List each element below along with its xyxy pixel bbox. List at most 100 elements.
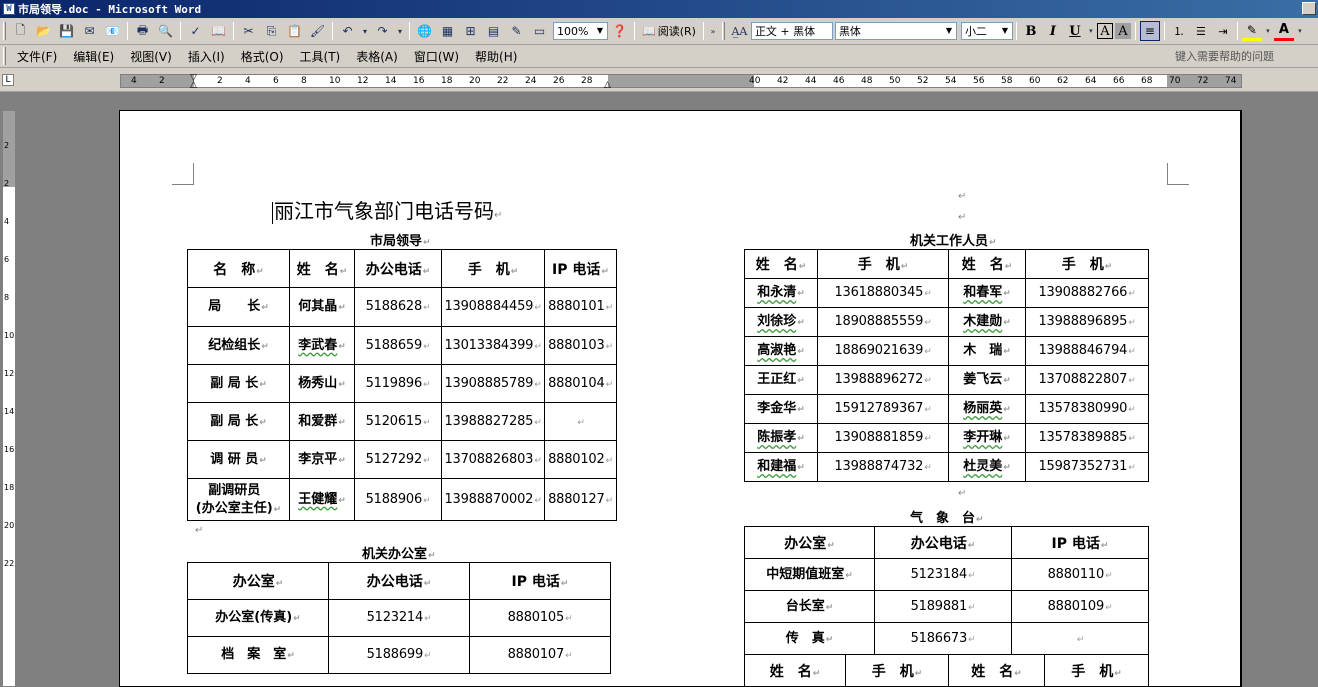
table-cell[interactable]: 副 局 长↵	[187, 402, 290, 441]
table-header-cell[interactable]: IP 电话↵	[544, 249, 617, 288]
table-cell[interactable]: 刘徐珍↵	[744, 307, 818, 337]
table-cell[interactable]: 档 案 室↵	[187, 636, 329, 674]
table-cell[interactable]: 木 瑞↵	[948, 336, 1026, 366]
table-header-cell[interactable]: 手 机↵	[845, 654, 949, 687]
table-header-cell[interactable]: 姓 名↵	[289, 249, 355, 288]
menu-format[interactable]: 格式(O)	[233, 48, 292, 65]
redo-icon[interactable]: ↷	[372, 21, 393, 42]
undo-icon[interactable]: ↶	[337, 21, 358, 42]
vertical-ruler[interactable]: 2 2 4 6 8 10 12 14 16 18 20 22	[2, 110, 16, 687]
font-color-dropdown-icon[interactable]: ▾	[1296, 21, 1304, 42]
table-cell[interactable]: 5120615↵	[354, 402, 442, 441]
table-cell[interactable]: 13708826803↵	[441, 440, 545, 479]
table-cell[interactable]: 5123184↵	[874, 558, 1012, 591]
table-cell[interactable]: 和爱群↵	[289, 402, 355, 441]
table-cell[interactable]: 5186673↵	[874, 622, 1012, 655]
drawing-icon[interactable]: ✎	[506, 21, 527, 42]
table-header-cell[interactable]: 办公室↵	[187, 562, 329, 600]
format-painter-icon[interactable]: 🖌	[307, 21, 328, 42]
character-border-button[interactable]: A	[1096, 23, 1113, 39]
style-combo[interactable]: 正文 + 黑体	[750, 22, 833, 40]
table-cell[interactable]: 李金华↵	[744, 394, 818, 424]
menu-window[interactable]: 窗口(W)	[406, 48, 467, 65]
table-cell[interactable]: 台长室↵	[744, 590, 875, 623]
table-cell[interactable]: 13908885789↵	[441, 364, 545, 403]
leaders-table[interactable]: 名 称↵ 姓 名↵ 办公电话↵ 手 机↵ IP 电话↵ 局 长↵ 何其晶↵ 5188628↵ 1…	[187, 249, 617, 521]
undo-dropdown-icon[interactable]: ▾	[360, 21, 370, 42]
table-header-cell[interactable]: 手 机↵	[1044, 654, 1149, 687]
window-control-button[interactable]	[1302, 2, 1316, 15]
table-cell[interactable]: 8880104↵	[544, 364, 617, 403]
table-cell[interactable]: 8880109↵	[1011, 590, 1149, 623]
email-icon[interactable]: 📧	[102, 21, 123, 42]
table-cell[interactable]: 5188699↵	[328, 636, 470, 674]
menu-edit[interactable]: 编辑(E)	[65, 48, 122, 65]
print-preview-icon[interactable]: 🔍	[155, 21, 176, 42]
toolbar-options-icon[interactable]: »	[708, 21, 718, 42]
new-document-icon[interactable]: 🗋	[10, 21, 31, 42]
document-page[interactable]: 丽江市气象部门电话号码↵ ↵ ↵ 市局领导↵ 名 称↵ 姓 名↵ 办公电话↵ 手 机↵…	[119, 110, 1242, 687]
table-cell[interactable]: 李开琳↵	[948, 423, 1026, 453]
table-cell[interactable]: 8880101↵	[544, 287, 617, 327]
table-header-cell[interactable]: 办公室↵	[744, 526, 875, 559]
read-button[interactable]: 📖 阅读(R)	[638, 23, 700, 39]
table-header-cell[interactable]: 办公电话↵	[874, 526, 1012, 559]
table-cell[interactable]: 王正红↵	[744, 365, 818, 395]
table-cell[interactable]: 8880127↵	[544, 478, 617, 521]
table-cell[interactable]: 李武春↵	[289, 326, 355, 365]
tab-stop-selector-icon[interactable]: L	[2, 74, 14, 86]
font-combo[interactable]: 黑体 ▼	[834, 22, 957, 40]
table-header-cell[interactable]: IP 电话↵	[1011, 526, 1149, 559]
table-cell[interactable]: 何其晶↵	[289, 287, 355, 327]
table-cell[interactable]: 5119896↵	[354, 364, 442, 403]
paste-icon[interactable]: 📋	[284, 21, 305, 42]
help-question-input[interactable]: 键入需要帮助的问题	[1175, 48, 1274, 64]
office-table[interactable]: 办公室↵ 办公电话↵ IP 电话↵ 办公室(传真)↵ 5123214↵ 8880105↵ 档…	[187, 562, 611, 674]
table-cell[interactable]: 8880103↵	[544, 326, 617, 365]
document-map-icon[interactable]: ▭	[529, 21, 550, 42]
table-header-cell[interactable]: 办公电话↵	[328, 562, 470, 600]
table-header-cell[interactable]: 姓 名↵	[744, 654, 846, 687]
menu-table[interactable]: 表格(A)	[348, 48, 406, 65]
table-cell[interactable]: 杨秀山↵	[289, 364, 355, 403]
spelling-icon[interactable]: ✓	[185, 21, 206, 42]
menu-view[interactable]: 视图(V)	[122, 48, 180, 65]
word-app-icon[interactable]: W	[3, 3, 15, 15]
table-cell[interactable]: 副调研员 (办公室主任)↵	[187, 478, 290, 521]
table-cell[interactable]: 王健耀↵	[289, 478, 355, 521]
table-cell[interactable]: 13708822807↵	[1025, 365, 1149, 395]
chevron-down-icon[interactable]: ▼	[594, 24, 606, 38]
table-cell[interactable]: 陈振孝↵	[744, 423, 818, 453]
table-cell[interactable]: 13988846794↵	[1025, 336, 1149, 366]
menu-insert[interactable]: 插入(I)	[180, 48, 233, 65]
table-cell[interactable]: ↵	[544, 402, 617, 441]
menu-help[interactable]: 帮助(H)	[467, 48, 525, 65]
table-cell[interactable]: 5188628↵	[354, 287, 442, 327]
table-cell[interactable]: 李京平↵	[289, 440, 355, 479]
table-header-cell[interactable]: 名 称↵	[187, 249, 290, 288]
table-cell[interactable]: 传 真↵	[744, 622, 875, 655]
table-cell[interactable]: 高淑艳↵	[744, 336, 818, 366]
table-cell[interactable]: 纪检组长↵	[187, 326, 290, 365]
menu-grip[interactable]	[3, 47, 6, 65]
toolbar-grip[interactable]	[3, 22, 6, 40]
observatory-staff-table[interactable]: 姓 名↵ 手 机↵ 姓 名↵ 手 机↵	[744, 654, 1149, 687]
chevron-down-icon[interactable]: ▼	[943, 24, 955, 38]
table-cell[interactable]: 13578389885↵	[1025, 423, 1149, 453]
toolbar-grip[interactable]	[721, 22, 725, 40]
table-cell[interactable]: 局 长↵	[187, 287, 290, 327]
table-cell[interactable]: 副 局 长↵	[187, 364, 290, 403]
table-cell[interactable]: 和永清↵	[744, 278, 818, 308]
table-cell[interactable]: 8880105↵	[469, 599, 611, 637]
table-cell[interactable]: 18908885559↵	[817, 307, 949, 337]
table-cell[interactable]: 13908884459↵	[441, 287, 545, 327]
save-icon[interactable]: 💾	[56, 21, 77, 42]
underline-button[interactable]: U	[1065, 21, 1085, 41]
table-cell[interactable]: 8880102↵	[544, 440, 617, 479]
help-icon[interactable]: ❓	[609, 21, 630, 42]
table-header-cell[interactable]: IP 电话↵	[469, 562, 611, 600]
bullets-icon[interactable]: ☰	[1191, 21, 1211, 41]
table-cell[interactable]: 5189881↵	[874, 590, 1012, 623]
table-cell[interactable]: 13908882766↵	[1025, 278, 1149, 308]
table-cell[interactable]: 办公室(传真)↵	[187, 599, 329, 637]
